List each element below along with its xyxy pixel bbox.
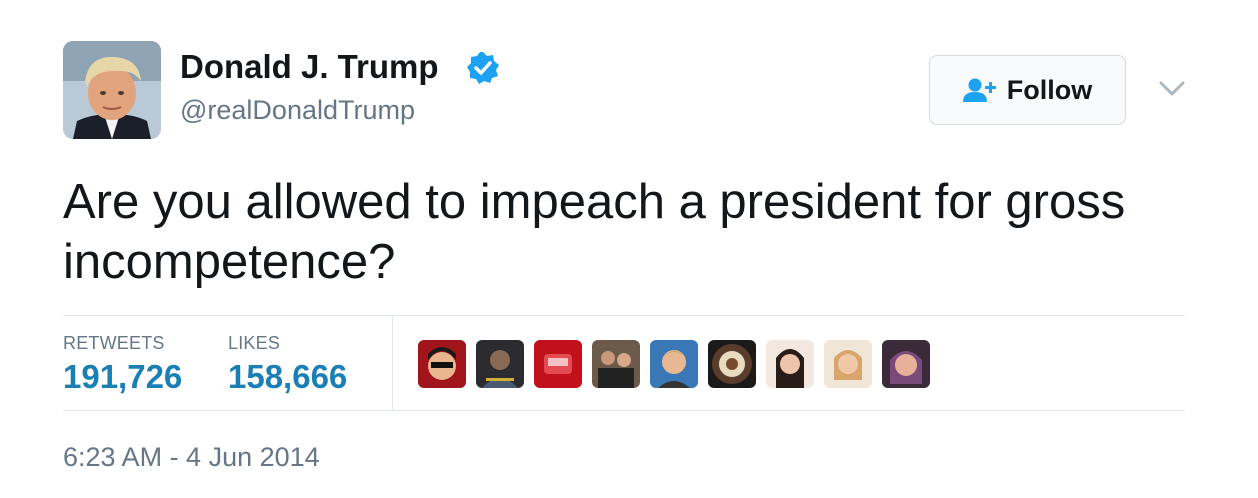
liker-avatar-5-icon[interactable] bbox=[650, 340, 698, 388]
tweet-timestamp[interactable]: 6:23 AM - 4 Jun 2014 bbox=[63, 442, 320, 473]
tweet-text: Are you allowed to impeach a president f… bbox=[63, 175, 1126, 289]
likes-stat[interactable]: LIKES 158,666 bbox=[228, 333, 347, 396]
liker-avatar-4-icon[interactable] bbox=[592, 340, 640, 388]
avatar[interactable] bbox=[63, 41, 161, 139]
retweets-count: 191,726 bbox=[63, 358, 183, 395]
likes-count: 158,666 bbox=[228, 358, 348, 395]
retweets-stat[interactable]: RETWEETS 191,726 bbox=[63, 333, 182, 396]
follow-button-label: Follow bbox=[1006, 74, 1093, 105]
user-display-name[interactable]: Donald J. Trump bbox=[180, 48, 439, 86]
liker-avatars bbox=[418, 340, 930, 388]
liker-avatar-8-icon[interactable] bbox=[824, 340, 872, 388]
verified-badge-icon bbox=[467, 52, 499, 84]
liker-avatar-9-icon[interactable] bbox=[882, 340, 930, 388]
add-user-icon bbox=[962, 78, 996, 102]
retweets-label: RETWEETS bbox=[63, 333, 165, 353]
follow-button[interactable]: Follow bbox=[929, 55, 1126, 125]
stats-divider-top bbox=[63, 315, 1185, 316]
liker-avatar-3-icon[interactable] bbox=[534, 340, 582, 388]
stats-divider-bottom bbox=[63, 410, 1185, 411]
liker-avatar-1-icon[interactable] bbox=[418, 340, 466, 388]
liker-avatar-2-icon[interactable] bbox=[476, 340, 524, 388]
liker-avatar-6-icon[interactable] bbox=[708, 340, 756, 388]
chevron-down-icon[interactable] bbox=[1157, 78, 1187, 100]
liker-avatar-7-icon[interactable] bbox=[766, 340, 814, 388]
likes-label: LIKES bbox=[228, 333, 281, 353]
user-handle[interactable]: @realDonaldTrump bbox=[180, 95, 415, 126]
stats-divider-vertical bbox=[392, 316, 393, 410]
profile-photo-icon bbox=[63, 41, 161, 139]
